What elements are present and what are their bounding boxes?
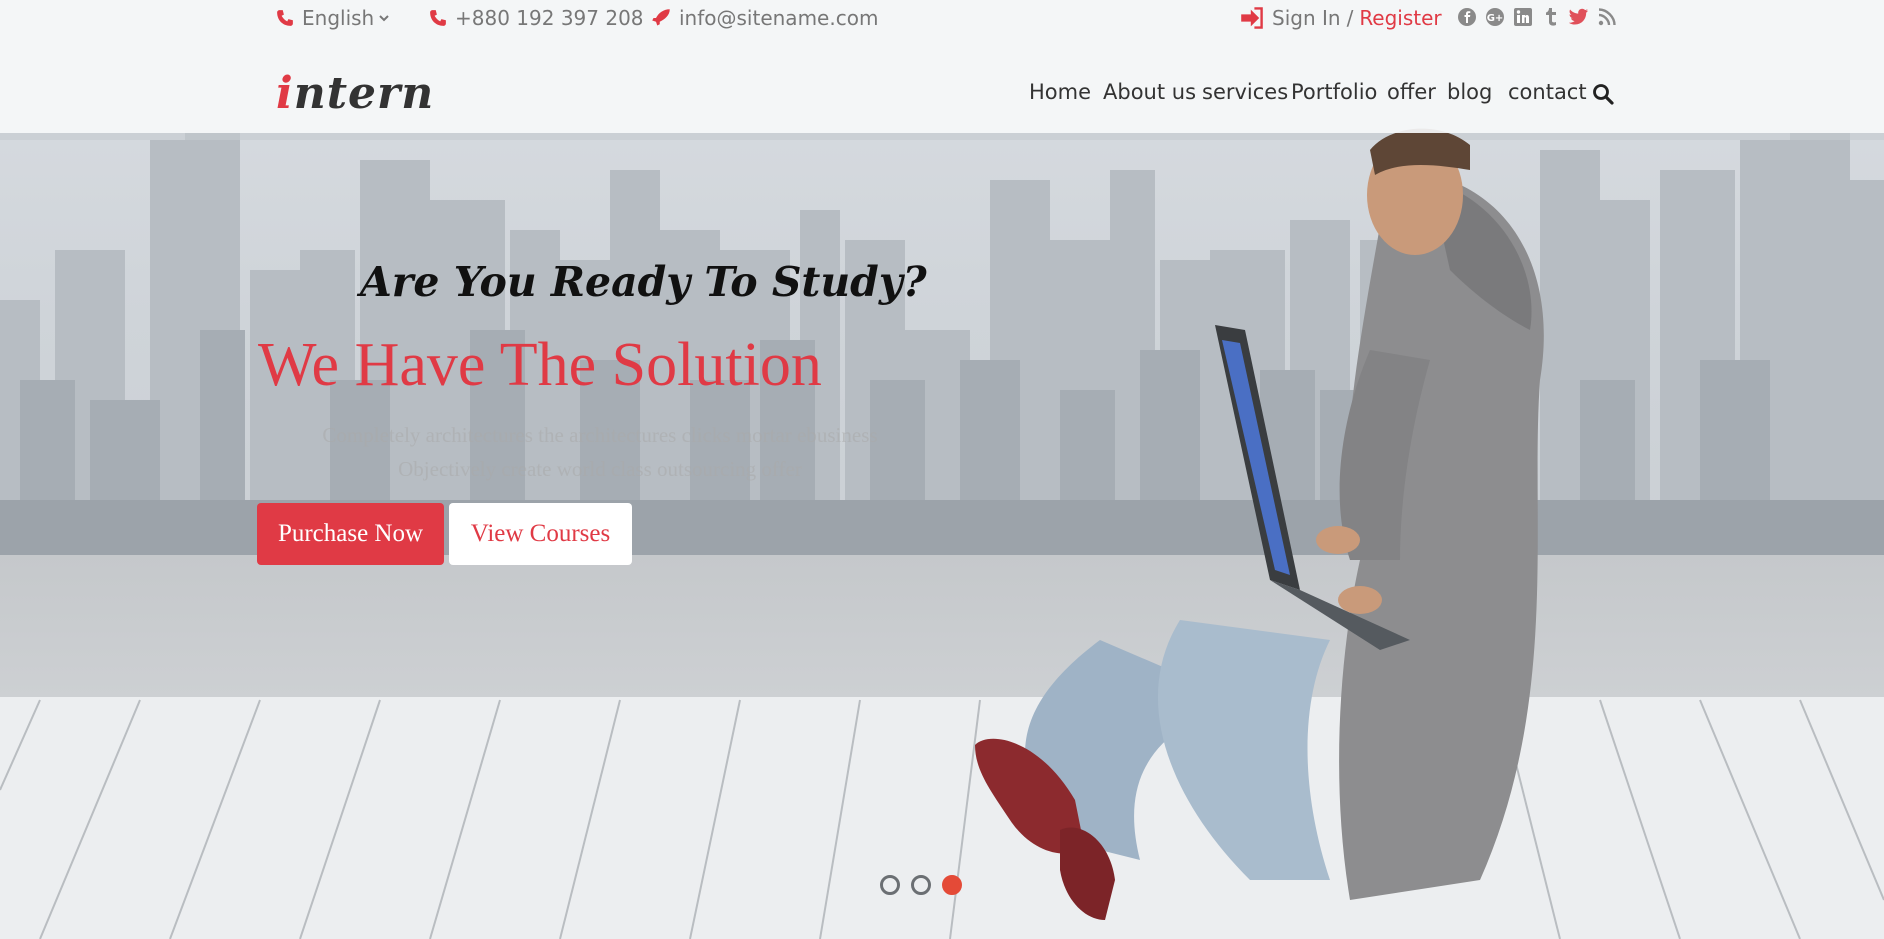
top-bar: English +880 192 397 208 info@sitename.c… xyxy=(0,0,1884,36)
slider-dot-1[interactable] xyxy=(880,875,900,895)
nav-blog[interactable]: blog xyxy=(1447,80,1492,104)
view-courses-button[interactable]: View Courses xyxy=(449,503,632,565)
rocket-icon xyxy=(651,8,671,28)
hero-headline: We Have The Solution xyxy=(258,331,822,399)
sign-in-link[interactable]: Sign In xyxy=(1272,6,1341,30)
hero-description: Completely architectures the architectur… xyxy=(280,418,920,486)
nav-services[interactable]: services xyxy=(1202,80,1288,104)
site-header: English +880 192 397 208 info@sitename.c… xyxy=(0,0,1884,133)
purchase-now-button[interactable]: Purchase Now xyxy=(257,503,444,565)
phone-icon xyxy=(429,9,447,27)
hero-description-line-1: Completely architectures the architectur… xyxy=(322,423,878,447)
language-label: English xyxy=(302,6,375,30)
nav-home[interactable]: Home xyxy=(1029,80,1091,104)
nav-about-us[interactable]: About us xyxy=(1103,80,1196,104)
account-separator: / xyxy=(1346,6,1354,30)
nav-portfolio[interactable]: Portfolio xyxy=(1291,80,1377,104)
social-links: G+ xyxy=(1457,6,1617,28)
sign-in-icon xyxy=(1240,7,1264,29)
phone-icon xyxy=(276,9,294,27)
nav-offer[interactable]: offer xyxy=(1387,80,1436,104)
phone-contact: +880 192 397 208 xyxy=(429,5,644,31)
rss-icon[interactable] xyxy=(1597,6,1617,28)
hero-kicker: Are You Ready To Study? xyxy=(360,258,927,306)
nav-contact[interactable]: contact xyxy=(1508,80,1587,104)
linkedin-icon[interactable] xyxy=(1513,6,1533,28)
slider-pagination xyxy=(880,875,962,895)
email-contact[interactable]: info@sitename.com xyxy=(651,5,878,31)
hero-description-line-2: Objectively create world class outsourci… xyxy=(398,457,802,481)
svg-text:G+: G+ xyxy=(1487,13,1504,24)
email-address: info@sitename.com xyxy=(679,6,879,30)
phone-number: +880 192 397 208 xyxy=(455,6,644,30)
site-logo[interactable]: intern xyxy=(276,68,433,122)
language-selector[interactable]: English xyxy=(276,5,390,31)
twitter-icon[interactable] xyxy=(1569,6,1589,28)
register-link[interactable]: Register xyxy=(1359,6,1441,30)
slider-dot-2[interactable] xyxy=(911,875,931,895)
google-plus-icon[interactable]: G+ xyxy=(1485,6,1505,28)
search-icon[interactable] xyxy=(1592,83,1614,105)
tumblr-icon[interactable] xyxy=(1541,6,1561,28)
account-links: Sign In / Register xyxy=(1240,5,1442,31)
logo-rest: ntern xyxy=(293,68,435,119)
logo-initial: i xyxy=(276,68,294,119)
slider-dot-3[interactable] xyxy=(942,875,962,895)
chevron-down-icon xyxy=(378,12,390,24)
facebook-icon[interactable] xyxy=(1457,6,1477,28)
